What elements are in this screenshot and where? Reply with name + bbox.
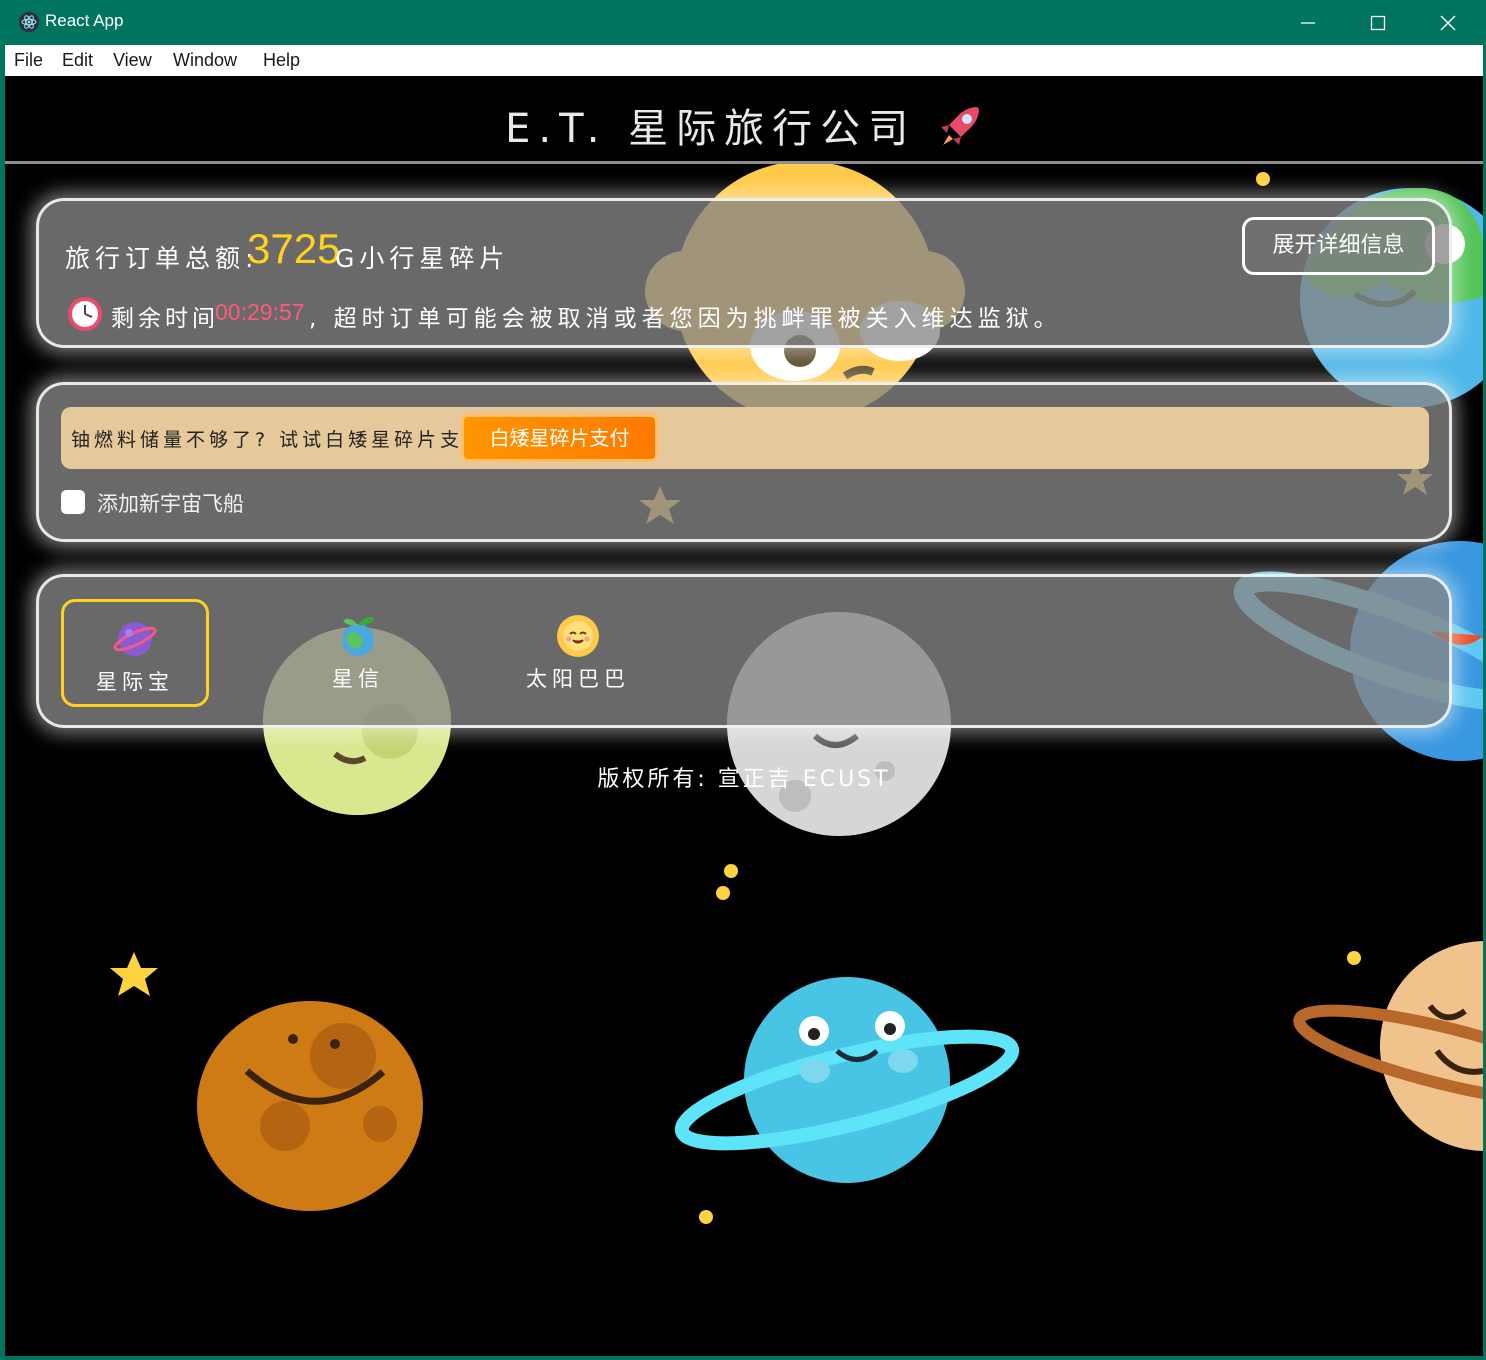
minimize-icon	[1301, 22, 1315, 24]
page-title-text: E.T. 星际旅行公司	[505, 106, 917, 152]
app-content: E.T. 星际旅行公司 旅行订单总额: 3725 G小行星碎片 剩余时间 00:…	[5, 76, 1483, 1356]
title-bar[interactable]: React App	[0, 0, 1486, 45]
rocket-icon	[937, 103, 983, 159]
star-dot	[724, 864, 738, 878]
orange-planet-icon	[197, 1001, 423, 1211]
order-summary-card: 旅行订单总额: 3725 G小行星碎片 剩余时间 00:29:57 , 超时订单…	[36, 198, 1452, 348]
copyright-footer: 版权所有: 宣正吉 ECUST	[597, 767, 891, 792]
sun-face-icon	[557, 615, 599, 657]
tab-label: 太阳巴巴	[526, 667, 630, 691]
white-dwarf-pay-button[interactable]: 白矮星碎片支付	[461, 414, 658, 462]
star-dot	[716, 886, 730, 900]
order-total-label: 旅行订单总额:	[65, 244, 259, 273]
blue-saturn-icon	[674, 977, 1020, 1183]
page-header: E.T. 星际旅行公司	[5, 76, 1483, 164]
earth-sprout-icon	[342, 617, 375, 656]
order-total-amount: 3725	[247, 225, 341, 272]
peach-saturn-icon	[1293, 941, 1483, 1151]
maximize-icon	[1370, 15, 1386, 31]
maximize-button[interactable]	[1343, 0, 1413, 45]
star-dot	[1347, 951, 1361, 965]
tab-label: 星信	[332, 667, 384, 691]
fuel-prompt-bar: 铀燃料储量不够了? 试试白矮星碎片支付! 白矮星碎片支付	[61, 407, 1429, 469]
remaining-time-value: 00:29:57	[215, 299, 305, 325]
fuel-prompt-text: 铀燃料储量不够了? 试试白矮星碎片支付!	[71, 429, 498, 451]
close-button[interactable]	[1413, 0, 1483, 45]
star-dot	[699, 1210, 713, 1224]
payment-method-card: 星际宝 星信 太阳巴巴	[36, 574, 1452, 728]
page-title: E.T. 星际旅行公司	[5, 96, 1483, 159]
menu-edit[interactable]: Edit	[62, 50, 93, 71]
electron-app-icon	[19, 12, 39, 32]
tab-label: 星际宝	[96, 670, 174, 694]
timeout-warning-text: , 超时订单可能会被取消或者您因为挑衅罪被关入维达监狱。	[309, 306, 1062, 332]
fuel-card: 铀燃料储量不够了? 试试白矮星碎片支付! 白矮星碎片支付 添加新宇宙飞船	[36, 382, 1452, 542]
purple-planet-icon	[113, 622, 157, 656]
menu-help[interactable]: Help	[263, 50, 300, 71]
menu-view[interactable]: View	[113, 50, 152, 71]
menu-window[interactable]: Window	[173, 50, 237, 71]
add-ship-checkbox[interactable]	[61, 490, 85, 514]
add-ship-label[interactable]: 添加新宇宙飞船	[97, 488, 244, 518]
menu-bar: File Edit View Window Help	[5, 45, 1483, 76]
minimize-button[interactable]	[1273, 0, 1343, 45]
star-dot	[1256, 172, 1270, 186]
expand-details-button[interactable]: 展开详细信息	[1242, 217, 1435, 275]
tab-xingjibao[interactable]: 星际宝	[61, 599, 209, 707]
tab-taiyangbaba[interactable]: 太阳巴巴	[504, 599, 652, 707]
menu-file[interactable]: File	[14, 50, 43, 71]
app-window: React App File Edit View Window Help E.T…	[0, 0, 1486, 1360]
close-icon	[1440, 15, 1456, 31]
window-title: React App	[45, 11, 124, 30]
alarm-clock-icon	[68, 297, 102, 331]
order-total-unit: G小行星碎片	[335, 244, 510, 273]
remaining-time-label: 剩余时间	[111, 306, 219, 332]
tab-xingxin[interactable]: 星信	[284, 599, 432, 707]
star-icon	[110, 952, 158, 996]
